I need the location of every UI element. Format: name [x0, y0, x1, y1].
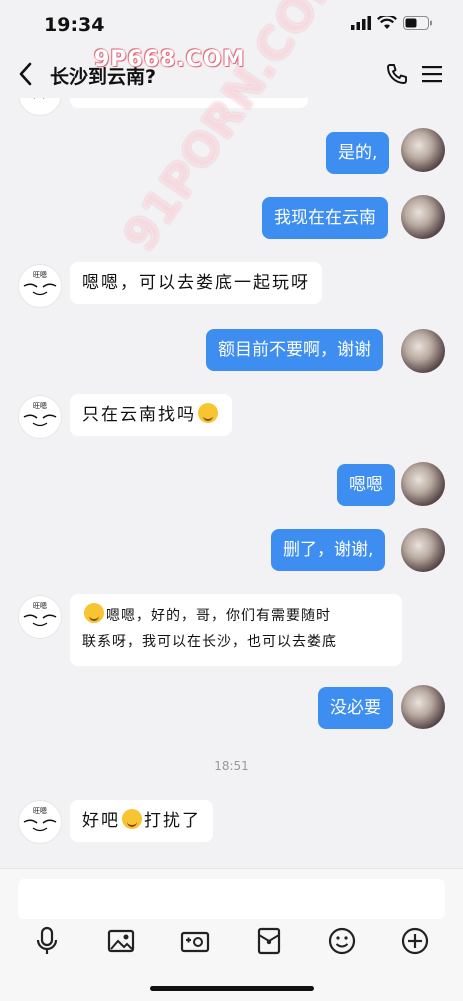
message-text: 好吧	[82, 811, 120, 831]
status-bar: 19:34	[0, 0, 463, 50]
message-bubble-outgoing[interactable]: 额目前不要啊，谢谢	[206, 329, 383, 371]
svg-text:旺嗯: 旺嗯	[33, 807, 47, 815]
status-time: 19:34	[44, 14, 105, 36]
message-bubble-outgoing[interactable]: 我现在在云南	[262, 197, 388, 239]
menu-icon[interactable]	[421, 63, 443, 85]
status-icons	[351, 16, 433, 30]
message-bubble-outgoing[interactable]: 嗯嗯	[337, 464, 395, 506]
laughing-emoji-icon	[198, 403, 218, 423]
message-text-line2: 联系呀，我可以在长沙，也可以去娄底	[82, 634, 337, 650]
message-bubble-outgoing[interactable]: 是的,	[326, 132, 390, 174]
self-avatar[interactable]	[401, 528, 445, 572]
self-avatar[interactable]	[401, 128, 445, 172]
doodle-face-icon: 旺嗯	[23, 807, 57, 832]
wifi-icon	[377, 16, 397, 29]
message-text: 是的,	[338, 143, 378, 163]
battery-icon	[403, 16, 432, 30]
chat-title: 长沙到云南?	[50, 66, 157, 88]
shy-emoji-icon	[84, 603, 104, 623]
svg-text:旺嗯: 旺嗯	[33, 271, 47, 279]
message-bubble-partial[interactable]	[70, 98, 308, 108]
doodle-face-icon: 旺嗯	[23, 402, 57, 427]
message-text: 删了，谢谢,	[283, 540, 374, 560]
doodle-face-icon: 旺嗯	[23, 271, 57, 296]
message-text-line1: 嗯嗯，好的，哥，你们有需要随时	[82, 603, 390, 629]
self-avatar[interactable]	[401, 329, 445, 373]
message-text: 嗯嗯，可以去娄底一起玩呀	[82, 273, 310, 293]
svg-text:旺嗯: 旺嗯	[33, 602, 47, 610]
message-bubble-incoming[interactable]: 嗯嗯，可以去娄底一起玩呀	[70, 262, 322, 304]
message-text: 嗯嗯	[349, 475, 383, 495]
home-indicator	[150, 986, 314, 991]
contact-avatar[interactable]: 旺嗯	[18, 264, 62, 308]
message-bubble-incoming[interactable]: 只在云南找吗	[70, 394, 232, 436]
message-text: 额目前不要啊，谢谢	[218, 340, 371, 360]
mic-icon[interactable]	[31, 925, 63, 957]
message-bubble-incoming[interactable]: 好吧 打扰了	[70, 800, 213, 842]
message-text: 只在云南找吗	[82, 405, 196, 425]
message-text: 我现在在云南	[274, 208, 376, 228]
cellular-signal-icon	[351, 16, 371, 30]
laughing-emoji-icon	[122, 809, 142, 829]
message-bubble-incoming[interactable]: 嗯嗯，好的，哥，你们有需要随时 联系呀，我可以在长沙，也可以去娄底	[70, 594, 402, 666]
plus-icon[interactable]	[399, 925, 431, 957]
svg-text:旺嗯: 旺嗯	[33, 402, 47, 410]
doodle-face-icon	[33, 98, 45, 99]
chat-header: 长沙到云南?	[0, 50, 463, 98]
message-timestamp: 18:51	[214, 759, 249, 773]
message-text: 打扰了	[144, 811, 201, 831]
chat-messages[interactable]: 是的, 我现在在云南 旺嗯 嗯嗯，可以去娄底一起玩呀 额目前不要啊，谢谢 旺嗯 …	[0, 98, 463, 868]
doodle-face-icon: 旺嗯	[23, 602, 57, 627]
emoji-icon[interactable]	[326, 925, 358, 957]
self-avatar[interactable]	[401, 685, 445, 729]
message-bubble-outgoing[interactable]: 没必要	[318, 687, 393, 729]
contact-avatar[interactable]: 旺嗯	[18, 395, 62, 439]
message-text: 没必要	[330, 698, 381, 718]
message-input[interactable]	[18, 879, 445, 919]
input-toolbar	[0, 925, 463, 965]
contact-avatar[interactable]: 旺嗯	[18, 800, 62, 844]
red-packet-icon[interactable]	[253, 925, 285, 957]
back-chevron-icon[interactable]	[14, 60, 38, 88]
self-avatar[interactable]	[401, 195, 445, 239]
input-area	[0, 868, 463, 1001]
contact-avatar[interactable]: 旺嗯	[18, 595, 62, 639]
self-avatar[interactable]	[401, 462, 445, 506]
camera-icon[interactable]	[179, 925, 211, 957]
message-bubble-outgoing[interactable]: 删了，谢谢,	[271, 529, 386, 571]
phone-call-icon[interactable]	[385, 62, 409, 86]
contact-avatar[interactable]	[18, 98, 62, 116]
image-icon[interactable]	[105, 925, 137, 957]
